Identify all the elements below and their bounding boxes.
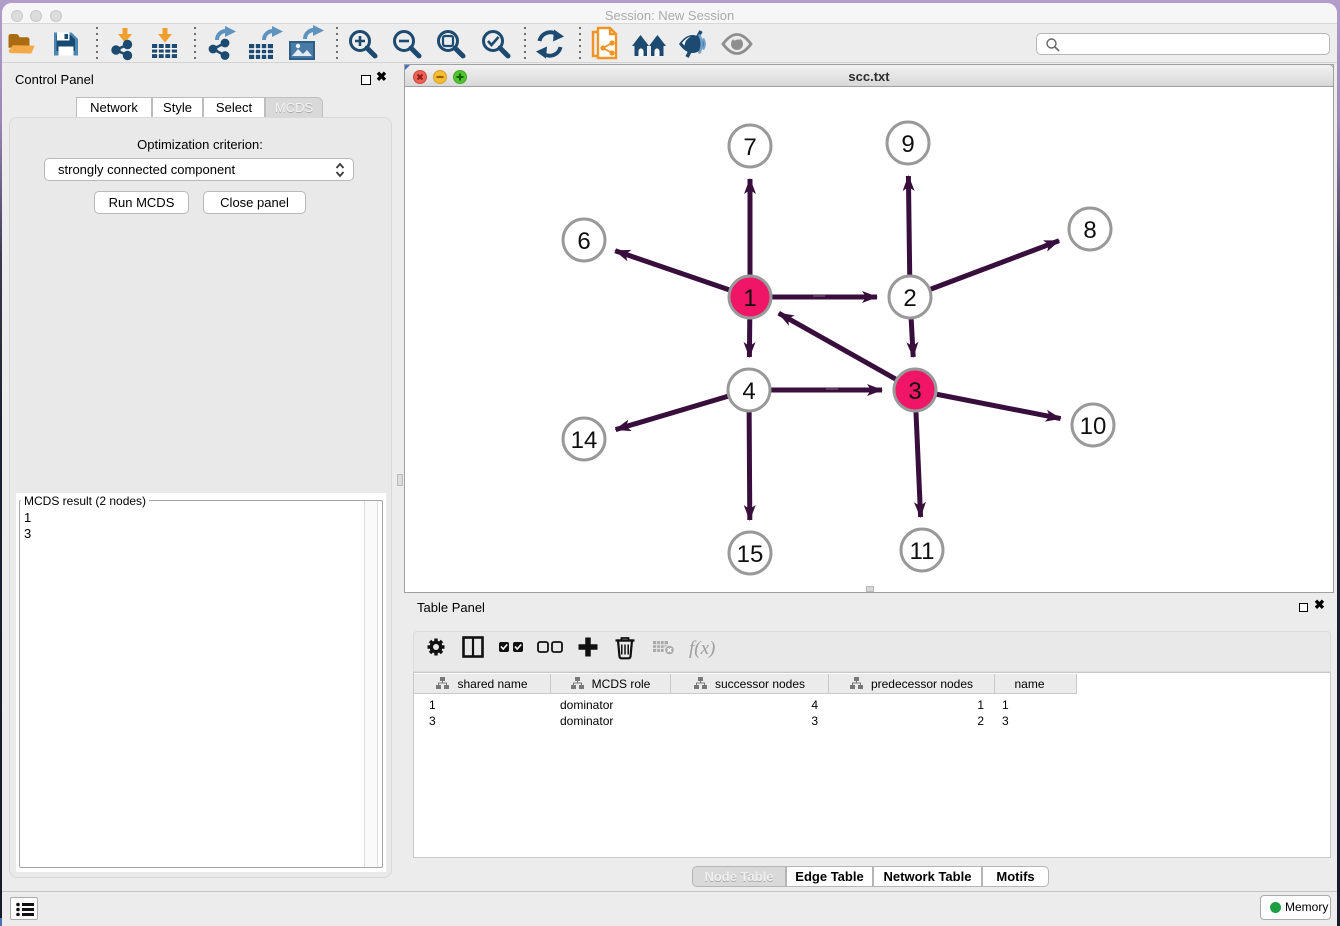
svg-text:15: 15	[737, 541, 764, 568]
svg-text:11: 11	[910, 538, 935, 565]
svg-text:10: 10	[1080, 413, 1107, 440]
svg-text:14: 14	[571, 427, 598, 454]
svg-text:1: 1	[743, 285, 756, 312]
svg-text:8: 8	[1083, 217, 1096, 244]
svg-text:f(x): f(x)	[689, 638, 715, 659]
svg-text:7: 7	[743, 134, 756, 161]
svg-text:6: 6	[577, 228, 590, 255]
svg-text:9: 9	[901, 131, 914, 158]
svg-text:3: 3	[908, 378, 921, 405]
svg-text:4: 4	[742, 378, 755, 405]
svg-text:2: 2	[903, 285, 916, 312]
